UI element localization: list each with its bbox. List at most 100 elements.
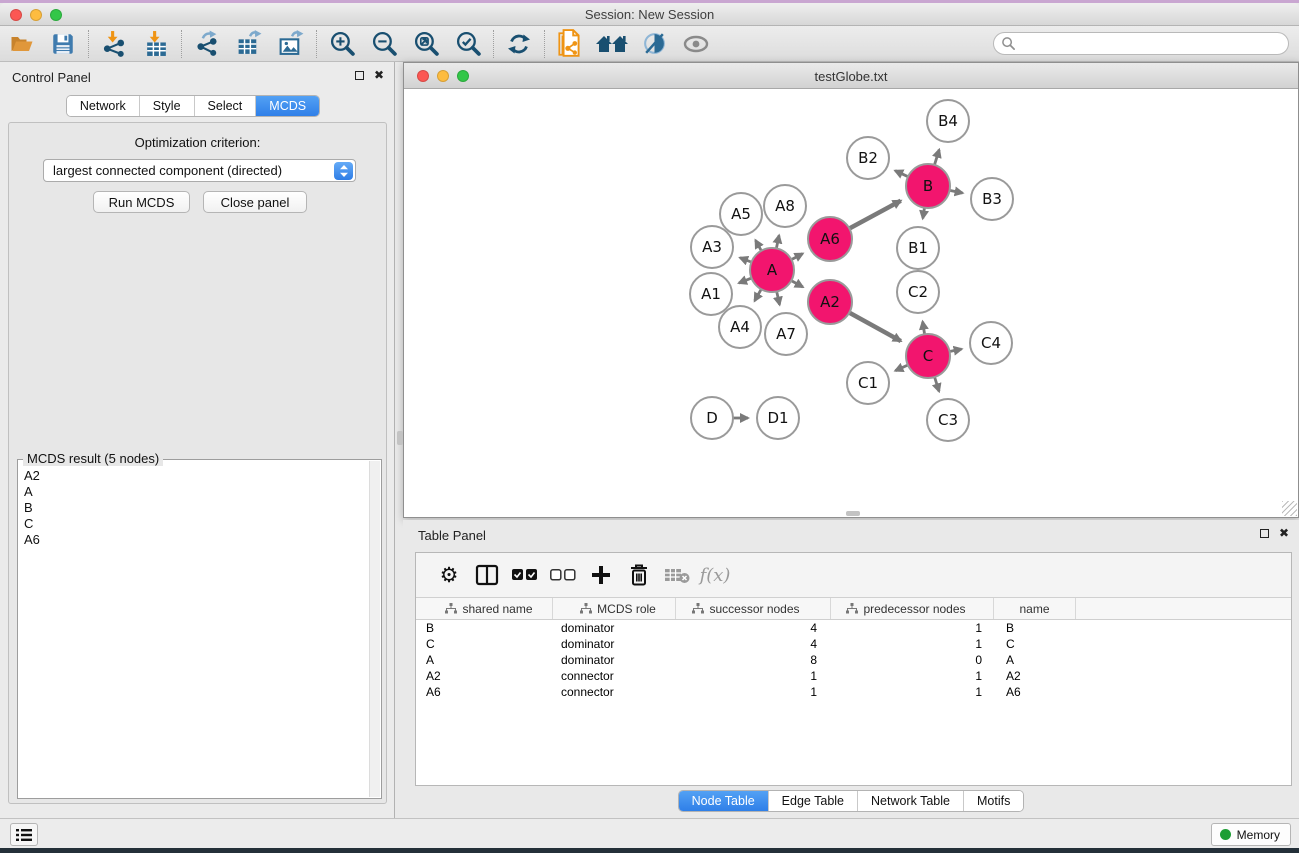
show-columns-button[interactable] xyxy=(468,557,506,593)
graph-edge[interactable] xyxy=(895,365,908,371)
graph-edge[interactable] xyxy=(791,281,803,287)
graph-edge[interactable] xyxy=(895,171,908,177)
table-cell[interactable]: dominator xyxy=(553,652,676,668)
table-cell[interactable]: connector xyxy=(553,668,676,684)
table-cell[interactable]: A xyxy=(416,652,553,668)
export-network-button[interactable] xyxy=(186,28,228,60)
resize-grip-icon[interactable] xyxy=(1282,501,1297,516)
table-cell[interactable]: C xyxy=(416,636,553,652)
table-row[interactable]: A6 connector 1 1 A6 xyxy=(416,684,1291,700)
table-row[interactable]: C dominator 4 1 C xyxy=(416,636,1291,652)
export-table-button[interactable] xyxy=(228,28,270,60)
table-cell[interactable]: 8 xyxy=(676,652,831,668)
tab-node-table[interactable]: Node Table xyxy=(679,791,769,811)
column-header-mcds-role[interactable]: MCDS role xyxy=(553,598,676,619)
select-all-columns-button[interactable] xyxy=(506,557,544,593)
table-cell[interactable]: A2 xyxy=(416,668,553,684)
unselect-all-columns-button[interactable] xyxy=(544,557,582,593)
column-header-predecessor-nodes[interactable]: predecessor nodes xyxy=(831,598,994,619)
table-cell[interactable]: B xyxy=(416,620,553,636)
table-cell[interactable]: 4 xyxy=(676,620,831,636)
table-cell[interactable]: A6 xyxy=(994,684,1076,700)
result-list-scrollbar[interactable] xyxy=(369,461,380,797)
graph-edge[interactable] xyxy=(935,377,939,391)
table-cell[interactable]: 1 xyxy=(676,684,831,700)
float-panel-icon[interactable] xyxy=(355,71,364,80)
import-table-button[interactable] xyxy=(135,28,177,60)
table-row[interactable]: A2 connector 1 1 A2 xyxy=(416,668,1291,684)
search-input[interactable] xyxy=(993,32,1289,55)
table-cell[interactable]: 1 xyxy=(676,668,831,684)
tab-network[interactable]: Network xyxy=(67,96,140,116)
graph-edge[interactable] xyxy=(755,289,762,301)
zoom-out-button[interactable] xyxy=(363,28,405,60)
column-header-name[interactable]: name xyxy=(994,598,1076,619)
task-history-button[interactable] xyxy=(10,823,38,846)
tab-style[interactable]: Style xyxy=(140,96,195,116)
table-cell[interactable]: 1 xyxy=(831,620,994,636)
column-header-shared-name[interactable]: shared name xyxy=(416,598,553,619)
network-canvas[interactable]: AA1A2A3A4A5A6A7A8BB1B2B3B4CC1C2C3C4DD1 xyxy=(404,89,1298,512)
table-cell[interactable]: A6 xyxy=(416,684,553,700)
list-item[interactable]: A6 xyxy=(24,532,368,548)
table-cell[interactable]: dominator xyxy=(553,620,676,636)
close-panel-icon[interactable]: ✖ xyxy=(1279,528,1289,538)
import-network-button[interactable] xyxy=(93,28,135,60)
network-hscrollbar-thumb[interactable] xyxy=(846,511,860,516)
close-panel-icon[interactable]: ✖ xyxy=(374,70,384,80)
tab-select[interactable]: Select xyxy=(195,96,257,116)
refresh-button[interactable] xyxy=(498,28,540,60)
list-item[interactable]: A xyxy=(24,484,368,500)
table-cell[interactable]: 1 xyxy=(831,636,994,652)
list-item[interactable]: C xyxy=(24,516,368,532)
network-window-titlebar[interactable]: testGlobe.txt xyxy=(404,63,1298,89)
table-options-button[interactable]: ⚙ xyxy=(430,557,468,593)
graph-edge[interactable] xyxy=(849,313,901,341)
graph-edge[interactable] xyxy=(791,254,802,260)
mcds-result-list[interactable]: A2 A B C A6 xyxy=(20,468,368,796)
graph-edge[interactable] xyxy=(776,235,779,248)
list-item[interactable]: B xyxy=(24,500,368,516)
delete-table-button[interactable] xyxy=(658,557,696,593)
list-item[interactable]: A2 xyxy=(24,468,368,484)
zoom-selected-button[interactable] xyxy=(447,28,489,60)
table-cell[interactable]: dominator xyxy=(553,636,676,652)
table-cell[interactable]: 0 xyxy=(831,652,994,668)
zoom-fit-button[interactable] xyxy=(405,28,447,60)
optimization-criterion-select[interactable]: largest connected component (directed) xyxy=(43,159,356,182)
tab-motifs[interactable]: Motifs xyxy=(964,791,1023,811)
run-mcds-button[interactable]: Run MCDS xyxy=(93,191,190,213)
save-session-button[interactable] xyxy=(42,28,84,60)
delete-column-button[interactable] xyxy=(620,557,658,593)
graph-edge[interactable] xyxy=(950,349,962,351)
hide-graphics-details-button[interactable] xyxy=(633,28,675,60)
table-cell[interactable]: A xyxy=(994,652,1076,668)
graph-edge[interactable] xyxy=(739,278,752,283)
export-image-button[interactable] xyxy=(270,28,312,60)
create-column-button[interactable] xyxy=(582,557,620,593)
table-cell[interactable]: 1 xyxy=(831,684,994,700)
graph-edge[interactable] xyxy=(923,208,925,219)
graph-edge[interactable] xyxy=(849,201,900,229)
table-cell[interactable]: C xyxy=(994,636,1076,652)
tab-edge-table[interactable]: Edge Table xyxy=(769,791,858,811)
graph-edge[interactable] xyxy=(777,291,780,304)
table-cell[interactable]: 4 xyxy=(676,636,831,652)
network-graph[interactable]: AA1A2A3A4A5A6A7A8BB1B2B3B4CC1C2C3C4DD1 xyxy=(404,89,1298,512)
graph-edge[interactable] xyxy=(923,322,925,335)
table-cell[interactable]: A2 xyxy=(994,668,1076,684)
table-row[interactable]: B dominator 4 1 B xyxy=(416,620,1291,636)
graph-edge[interactable] xyxy=(950,190,963,193)
memory-button[interactable]: Memory xyxy=(1211,823,1291,846)
table-cell[interactable]: B xyxy=(994,620,1076,636)
table-row[interactable]: A dominator 8 0 A xyxy=(416,652,1291,668)
reset-layout-button[interactable] xyxy=(591,28,633,60)
table-cell[interactable]: connector xyxy=(553,684,676,700)
tab-network-table[interactable]: Network Table xyxy=(858,791,964,811)
column-header-successor-nodes[interactable]: successor nodes xyxy=(676,598,831,619)
new-network-from-file-button[interactable] xyxy=(549,28,591,60)
graph-edge[interactable] xyxy=(740,258,751,262)
open-session-button[interactable] xyxy=(0,28,42,60)
graph-edge[interactable] xyxy=(756,240,762,251)
zoom-in-button[interactable] xyxy=(321,28,363,60)
